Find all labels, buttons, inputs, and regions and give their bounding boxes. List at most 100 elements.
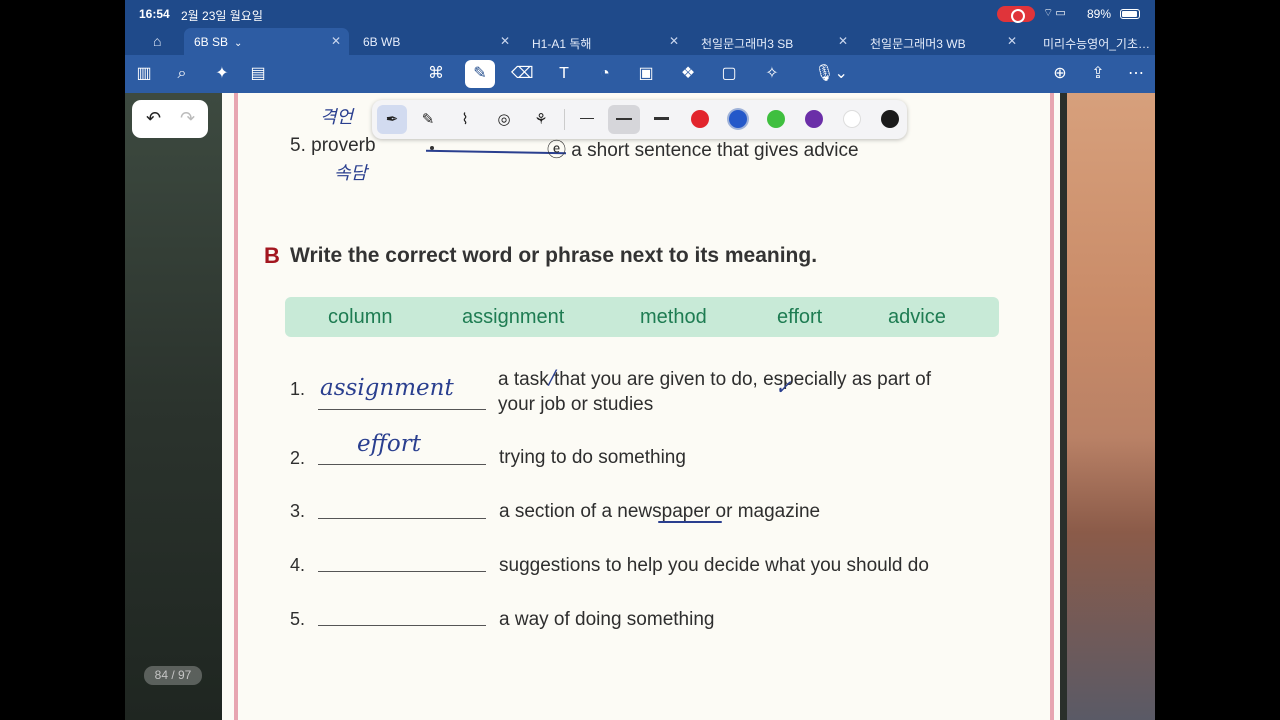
item-definition: a section of a newspaper or magazine xyxy=(499,501,821,522)
stroke-medium[interactable] xyxy=(616,118,632,120)
word-bank-item: column xyxy=(328,306,393,328)
ball-pen-icon[interactable]: ✎ xyxy=(413,105,443,134)
tab-grammar-wb[interactable]: 천일문그래머3 WB ✕ xyxy=(860,28,1025,55)
tab-label: 미리수능영어_기초… xyxy=(1043,37,1150,51)
handwritten-check-mark: / xyxy=(549,365,556,389)
ipad-screen: 16:54 2월 23일 월요일 ⌔▭ 89% ⌂ 6B SB ⌄ ✕ 6B WB… xyxy=(125,0,1155,720)
handwritten-check-mark: ✓ xyxy=(775,375,792,399)
sidebar-icon[interactable]: ▥ xyxy=(133,63,155,85)
item-number: 5. xyxy=(290,609,306,629)
word-bank-item: advice xyxy=(888,306,946,328)
tab-grammar-sb[interactable]: 천일문그래머3 SB ✕ xyxy=(691,28,856,55)
close-icon[interactable]: ✕ xyxy=(1007,34,1017,48)
tab-6b-wb[interactable]: 6B WB ✕ xyxy=(353,28,518,55)
background-left xyxy=(125,93,222,720)
redo-icon[interactable]: ↷ xyxy=(180,108,195,129)
exercise-a-item5: 5. proverb xyxy=(290,135,376,157)
stroke-thin[interactable] xyxy=(580,118,594,119)
document-tabs: ⌂ 6B SB ⌄ ✕ 6B WB ✕ H1-A1 독해 ✕ 천일문그래머3 SB… xyxy=(125,28,1155,55)
brush-pen-icon[interactable]: ⌇ xyxy=(450,105,480,134)
battery-percent: 89% xyxy=(1087,7,1112,21)
color-white[interactable] xyxy=(843,110,861,128)
screen-record-indicator[interactable] xyxy=(997,6,1035,23)
status-time: 16:54 xyxy=(139,7,170,21)
tab-label: 천일문그래머3 WB xyxy=(870,37,966,51)
undo-icon[interactable]: ↶ xyxy=(146,108,161,129)
background-right xyxy=(1067,93,1155,720)
handwritten-underline xyxy=(658,521,722,523)
color-black[interactable] xyxy=(881,110,899,128)
add-page-icon[interactable]: ⊕ xyxy=(1049,63,1071,85)
battery-icon xyxy=(1120,9,1140,19)
answer-line[interactable] xyxy=(318,571,486,572)
laser-pointer-icon[interactable]: ✧ xyxy=(761,63,783,85)
answer-line[interactable] xyxy=(318,464,486,465)
page-border-left xyxy=(234,93,238,720)
favorites-pen-icon[interactable]: ⚘ xyxy=(526,105,556,134)
color-red[interactable] xyxy=(691,110,709,128)
home-tab[interactable]: ⌂ xyxy=(131,28,181,55)
item-definition: your job or studies xyxy=(498,394,654,415)
page-border-right xyxy=(1050,93,1054,720)
undo-redo-bar: ↶ ↷ xyxy=(132,100,208,138)
item-definition: a task that you are given to do, especia… xyxy=(498,369,932,390)
item-number: 2. xyxy=(290,448,306,468)
screen-recording: 16:54 2월 23일 월요일 ⌔▭ 89% ⌂ 6B SB ⌄ ✕ 6B WB… xyxy=(0,0,1280,720)
word-bank-item: assignment xyxy=(462,306,565,328)
item-number: 3. xyxy=(290,501,306,521)
item-definition: trying to do something xyxy=(499,447,686,468)
answer-line[interactable] xyxy=(318,625,486,626)
exercise-a-definition: ⓔ a short sentence that gives advice xyxy=(547,135,859,162)
page-counter: 84 / 97 xyxy=(144,666,202,685)
elements-icon[interactable]: ❖ xyxy=(677,63,699,85)
handwritten-match-line xyxy=(425,149,567,155)
shapes-icon[interactable]: ◔ xyxy=(594,63,616,85)
status-date: 2월 23일 월요일 xyxy=(181,9,263,23)
close-icon[interactable]: ✕ xyxy=(331,34,341,48)
close-icon[interactable]: ✕ xyxy=(500,34,510,48)
image-icon[interactable]: ▣ xyxy=(635,63,657,85)
tab-preview-english[interactable]: 미리수능영어_기초… xyxy=(1033,28,1155,55)
tab-label: 6B WB xyxy=(363,35,401,49)
item-word: proverb xyxy=(311,135,376,156)
tab-h1-a1[interactable]: H1-A1 독해 ✕ xyxy=(522,28,687,55)
fountain-pen-icon[interactable]: ✒ xyxy=(377,105,407,134)
handwritten-answer: effort xyxy=(357,431,421,457)
tab-6b-sb[interactable]: 6B SB ⌄ ✕ xyxy=(184,28,349,55)
lasso-icon[interactable]: ⌘ xyxy=(425,63,447,85)
item-definition: a short sentence that gives advice xyxy=(571,140,859,161)
item-definition: a way of doing something xyxy=(499,609,715,630)
close-icon[interactable]: ✕ xyxy=(669,34,679,48)
search-icon[interactable]: ⌕ xyxy=(171,63,193,85)
main-toolbar: ▥ ⌕ ✦ ▤ ⌘ ✎ ⌫ T ◔ ▣ ❖ ▢ ✧ 🎙⌄ ⊕ ⇪ ⋯ xyxy=(125,55,1155,93)
more-icon[interactable]: ⋯ xyxy=(1125,63,1147,85)
microphone-icon[interactable]: 🎙⌄ xyxy=(811,63,851,85)
word-bank-item: method xyxy=(640,306,707,328)
item-letter: ⓔ xyxy=(547,140,567,161)
textbook-page: 5. proverb ⓔ a short sentence that gives… xyxy=(222,93,1060,720)
pen-settings-icon[interactable]: ◎ xyxy=(489,105,519,134)
exercise-instruction: Write the correct word or phrase next to… xyxy=(290,244,818,267)
color-blue-selected[interactable] xyxy=(729,110,747,128)
pen-tool-icon[interactable]: ✎ xyxy=(465,60,495,88)
eraser-icon[interactable]: ⌫ xyxy=(511,63,534,85)
color-green[interactable] xyxy=(767,110,785,128)
answer-line[interactable] xyxy=(318,409,486,410)
ai-sparkle-icon[interactable]: ✦ xyxy=(211,63,233,85)
color-purple[interactable] xyxy=(805,110,823,128)
stroke-thick[interactable] xyxy=(654,117,669,120)
text-box-icon[interactable]: T xyxy=(553,63,575,85)
word-bank-item: effort xyxy=(777,306,823,328)
close-icon[interactable]: ✕ xyxy=(838,34,848,48)
chevron-down-icon[interactable]: ⌄ xyxy=(234,38,242,49)
handwritten-answer: assignment xyxy=(320,375,454,401)
status-bar: 16:54 2월 23일 월요일 ⌔▭ 89% xyxy=(125,0,1155,28)
document-icon[interactable]: ▤ xyxy=(247,63,269,85)
wifi-icon: ⌔▭ xyxy=(1043,7,1068,19)
share-icon[interactable]: ⇪ xyxy=(1087,63,1109,85)
item-number: 1. xyxy=(290,379,306,399)
answer-line[interactable] xyxy=(318,518,486,519)
handwritten-note: 속담 xyxy=(334,163,368,184)
sticky-note-icon[interactable]: ▢ xyxy=(718,63,740,85)
divider xyxy=(564,109,565,130)
